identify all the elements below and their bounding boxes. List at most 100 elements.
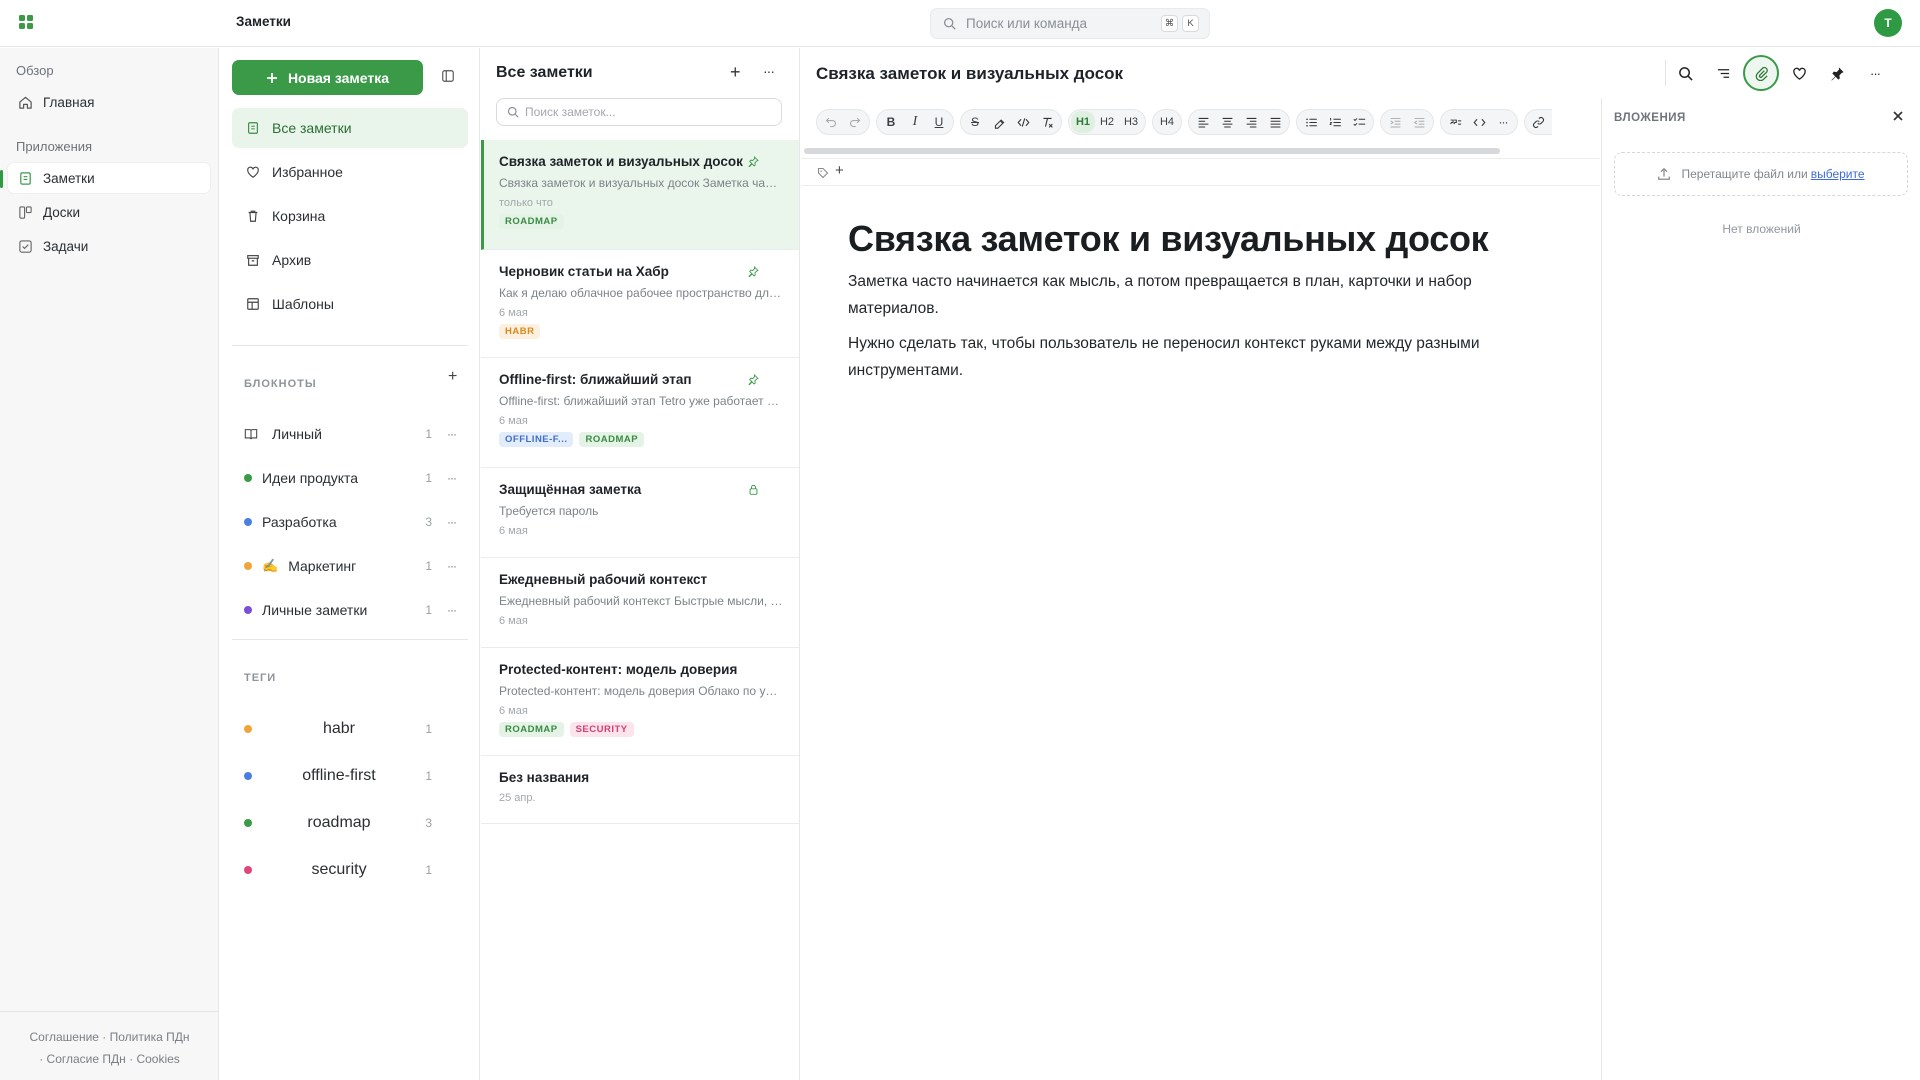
pin-icon [748, 266, 759, 277]
attachments-panel: ВЛОЖЕНИЯ Перетащите файл или выберите Не… [1601, 98, 1920, 1080]
heading-2-button[interactable]: H2 [1095, 111, 1119, 133]
nav-item-home[interactable]: Главная [8, 87, 210, 117]
notes-search-input[interactable]: Поиск заметок... [496, 98, 782, 126]
undo-icon [825, 117, 836, 128]
align-right-button[interactable] [1239, 111, 1263, 133]
pin-icon [1830, 66, 1844, 81]
strikethrough-button[interactable]: S [963, 111, 987, 133]
filter-all-notes[interactable]: Все заметки [232, 108, 468, 148]
collapse-panel-icon[interactable] [441, 69, 455, 83]
notebook-item[interactable]: ✍️ Маркетинг 1 ··· [244, 553, 460, 579]
footer-link-cookies[interactable]: Cookies [136, 1052, 179, 1066]
nav-item-home-label: Главная [43, 94, 95, 110]
upload-icon [1658, 167, 1671, 180]
notebooks-heading: БЛОКНОТЫ [244, 378, 317, 390]
tag-chip[interactable]: SECURITY [569, 722, 634, 737]
note-card[interactable]: Защищённая заметка Требуется пароль 6 мая [481, 468, 799, 558]
align-center-button[interactable] [1215, 111, 1239, 133]
filter-archive[interactable]: Архив [232, 240, 468, 280]
notebook-more-button[interactable]: ··· [447, 515, 457, 529]
filter-trash[interactable]: Корзина [232, 196, 468, 236]
tag-name: roadmap [307, 814, 371, 831]
footer-link-privacy[interactable]: Политика ПДн [110, 1030, 190, 1044]
note-card[interactable]: Protected-контент: модель доверия Protect… [481, 648, 799, 756]
heart-icon [1792, 67, 1806, 80]
tag-item[interactable]: roadmap 3 [244, 810, 460, 836]
search-note-button[interactable] [1666, 54, 1704, 92]
numbered-list-button[interactable] [1323, 111, 1347, 133]
avatar[interactable]: T [1874, 9, 1902, 37]
undo-button[interactable] [819, 111, 843, 133]
nav-item-boards[interactable]: Доски [8, 197, 210, 227]
notebook-more-button[interactable]: ··· [447, 471, 457, 485]
align-left-button[interactable] [1191, 111, 1215, 133]
tag-chip[interactable]: ROADMAP [499, 722, 564, 737]
italic-button[interactable]: I [903, 111, 927, 133]
tag-item[interactable]: habr 1 [244, 716, 460, 742]
link-button[interactable] [1527, 111, 1550, 133]
toolbar-more-button[interactable]: ··· [1491, 111, 1515, 133]
tag-chip[interactable]: ROADMAP [579, 432, 645, 447]
note-card[interactable]: Без названия 25 апр. [481, 756, 799, 824]
favorite-button[interactable] [1780, 54, 1818, 92]
editor-more-button[interactable]: ··· [1856, 54, 1894, 92]
bold-button[interactable]: B [879, 111, 903, 133]
indent-button[interactable] [1383, 111, 1407, 133]
add-notebook-button[interactable]: + [448, 368, 457, 386]
notebook-item[interactable]: Личные заметки 1 ··· [244, 597, 460, 623]
notebook-item[interactable]: Личный 1 ··· [244, 421, 460, 447]
notebook-item[interactable]: Идеи продукта 1 ··· [244, 465, 460, 491]
app-logo-icon[interactable] [19, 15, 33, 29]
paperclip-icon [1755, 66, 1768, 81]
highlight-button[interactable] [987, 111, 1011, 133]
add-tag-button[interactable]: + [835, 162, 844, 179]
tag-item[interactable]: offline-first 1 [244, 763, 460, 789]
outdent-button[interactable] [1407, 111, 1431, 133]
align-justify-button[interactable] [1263, 111, 1287, 133]
file-drop-zone[interactable]: Перетащите файл или выберите [1614, 152, 1908, 196]
bullet-list-button[interactable] [1299, 111, 1323, 133]
clear-format-button[interactable] [1035, 111, 1059, 133]
boards-icon [19, 205, 32, 219]
notebook-item[interactable]: Разработка 3 ··· [244, 509, 460, 535]
heading-4-button[interactable]: H4 [1155, 111, 1179, 133]
toolbar-scrollbar[interactable] [804, 148, 1500, 154]
filter-templates[interactable]: Шаблоны [232, 284, 468, 324]
notes-more-button[interactable]: ··· [763, 63, 775, 79]
heading-3-button[interactable]: H3 [1119, 111, 1143, 133]
tag-chip[interactable]: ROADMAP [499, 214, 564, 229]
footer-link-agreement[interactable]: Соглашение [30, 1030, 99, 1044]
heading-1-button[interactable]: H1 [1071, 111, 1095, 133]
notebook-more-button[interactable]: ··· [447, 427, 457, 441]
notebook-more-button[interactable]: ··· [447, 559, 457, 573]
code-block-button[interactable] [1467, 111, 1491, 133]
tag-item[interactable]: security 1 [244, 857, 460, 883]
add-note-button[interactable]: + [730, 62, 741, 83]
underline-button[interactable]: U [927, 111, 951, 133]
tag-chip[interactable]: HABR [499, 324, 541, 339]
blockquote-button[interactable] [1443, 111, 1467, 133]
attachments-button[interactable] [1743, 55, 1779, 91]
close-icon[interactable] [1892, 110, 1904, 122]
pin-button[interactable] [1818, 54, 1856, 92]
note-card-tags: ROADMAP [499, 214, 781, 229]
tag-chip[interactable]: OFFLINE-F... [499, 432, 574, 447]
heart-icon [247, 166, 259, 178]
nav-item-notes[interactable]: Заметки [8, 163, 210, 193]
note-content[interactable]: Связка заметок и визуальных досок Заметк… [848, 218, 1528, 384]
outline-button[interactable] [1704, 54, 1742, 92]
note-card[interactable]: Offline-first: ближайший этап Offline-fir… [481, 358, 799, 468]
notebook-more-button[interactable]: ··· [447, 603, 457, 617]
note-card[interactable]: Ежедневный рабочий контекст Ежедневный ра… [481, 558, 799, 648]
checklist-button[interactable] [1347, 111, 1371, 133]
nav-item-tasks[interactable]: Задачи [8, 231, 210, 261]
new-note-button[interactable]: Новая заметка [232, 60, 423, 95]
global-search-input[interactable]: Поиск или команда ⌘ K [930, 8, 1210, 39]
footer-link-consent[interactable]: Согласие ПДн [47, 1052, 126, 1066]
note-card[interactable]: Связка заметок и визуальных досок Связка … [481, 140, 799, 250]
note-card[interactable]: Черновик статьи на Хабр Как я делаю облач… [481, 250, 799, 358]
redo-button[interactable] [843, 111, 867, 133]
inline-code-button[interactable] [1011, 111, 1035, 133]
filter-favorites[interactable]: Избранное [232, 152, 468, 192]
choose-file-link[interactable]: выберите [1811, 167, 1865, 181]
